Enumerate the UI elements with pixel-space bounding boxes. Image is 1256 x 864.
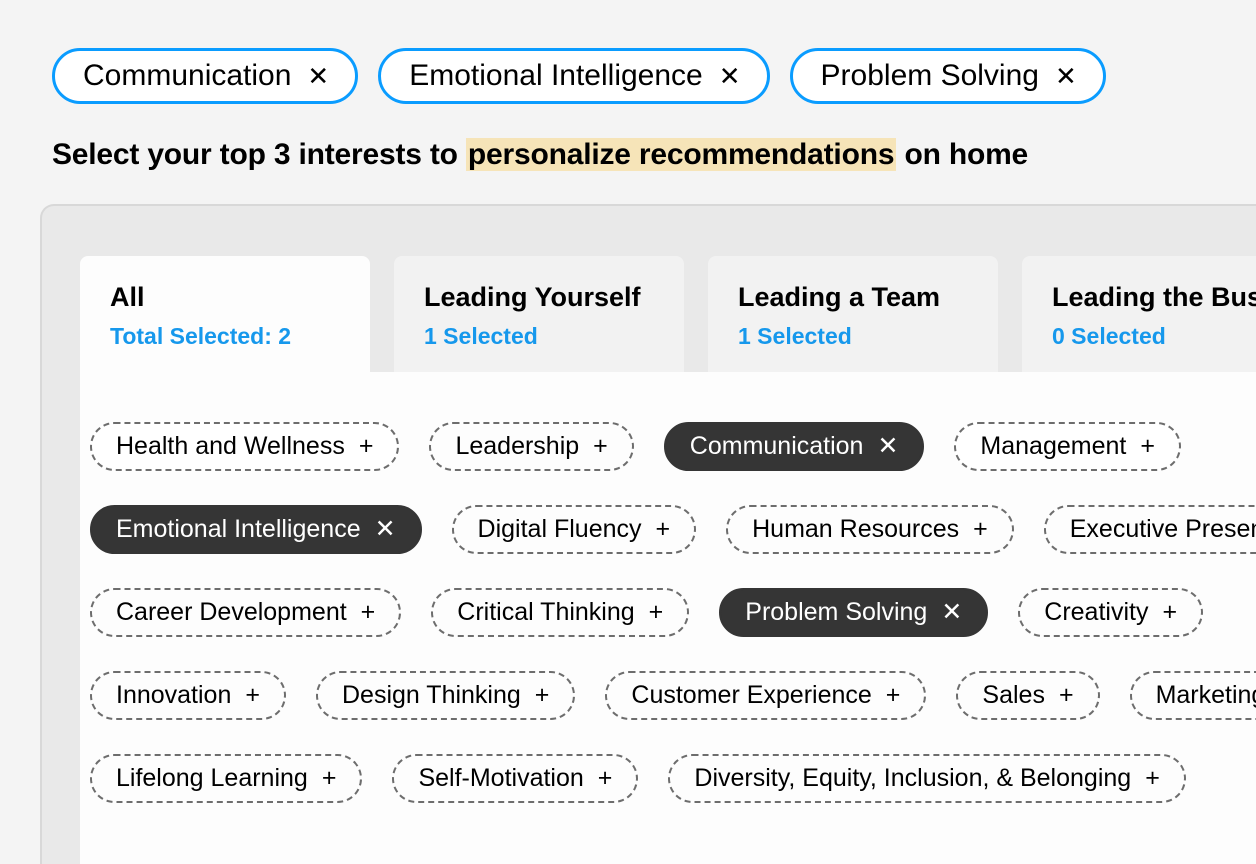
chip-label: Management [980, 432, 1126, 461]
plus-icon: + [322, 766, 337, 791]
chip-label: Innovation [116, 681, 231, 710]
tab-subtitle: Total Selected: 2 [110, 323, 340, 350]
plus-icon: + [973, 517, 988, 542]
category-tab[interactable]: All Total Selected: 2 [80, 256, 370, 372]
plus-icon: + [361, 600, 376, 625]
chip-label: Customer Experience [631, 681, 871, 710]
plus-icon: + [649, 600, 664, 625]
headline-post: on home [896, 138, 1028, 171]
interest-chip[interactable]: Problem Solving ✕ [719, 588, 988, 637]
plus-icon: + [593, 434, 608, 459]
interest-chip[interactable]: Leadership + [429, 422, 633, 471]
interest-chip[interactable]: Design Thinking + [316, 671, 575, 720]
close-icon: ✕ [877, 434, 898, 459]
headline-highlight: personalize recommendations [466, 138, 896, 171]
chip-label: Emotional Intelligence [116, 515, 361, 544]
chip-row: Career Development + Critical Thinking + Pro… [80, 588, 1256, 637]
category-tab[interactable]: Leading the Business 0 Selected [1022, 256, 1256, 372]
interest-chip[interactable]: Innovation + [90, 671, 286, 720]
close-icon[interactable]: ✕ [307, 63, 329, 89]
tab-title: Leading the Business [1052, 282, 1256, 313]
plus-icon: + [359, 434, 374, 459]
interest-chip[interactable]: Emotional Intelligence ✕ [90, 505, 422, 554]
interest-chip[interactable]: Sales + [956, 671, 1099, 720]
interest-chip[interactable]: Human Resources + [726, 505, 1014, 554]
chip-label: Creativity [1044, 598, 1148, 627]
chip-label: Sales [982, 681, 1045, 710]
plus-icon: + [598, 766, 613, 791]
selected-interests-row: Communication✕Emotional Intelligence✕Pro… [52, 48, 1256, 104]
chip-label: Digital Fluency [478, 515, 642, 544]
interest-chip[interactable]: Diversity, Equity, Inclusion, & Belongin… [668, 754, 1185, 803]
chip-label: Human Resources [752, 515, 959, 544]
chip-row: Lifelong Learning + Self-Motivation + Divers… [80, 754, 1256, 803]
chip-label: Design Thinking [342, 681, 521, 710]
tab-title: Leading a Team [738, 282, 968, 313]
tab-title: All [110, 282, 340, 313]
close-icon[interactable]: ✕ [1055, 63, 1077, 89]
chip-row: Emotional Intelligence✕Digital Fluency+H… [80, 505, 1256, 554]
plus-icon: + [1162, 600, 1177, 625]
tab-subtitle: 0 Selected [1052, 323, 1256, 350]
close-icon: ✕ [941, 600, 962, 625]
chip-label: Executive Presence [1070, 515, 1256, 544]
interest-chip[interactable]: Digital Fluency + [452, 505, 697, 554]
headline-pre: Select your top 3 interests to [52, 138, 466, 171]
plus-icon: + [1145, 766, 1160, 791]
interest-chip[interactable]: Health and Wellness + [90, 422, 399, 471]
chip-label: Career Development [116, 598, 347, 627]
tab-subtitle: 1 Selected [424, 323, 654, 350]
selected-interest-pill[interactable]: Problem Solving ✕ [790, 48, 1106, 104]
chip-label: Diversity, Equity, Inclusion, & Belongin… [694, 764, 1131, 793]
plus-icon: + [656, 517, 671, 542]
category-tab[interactable]: Leading Yourself 1 Selected [394, 256, 684, 372]
interest-chip[interactable]: Customer Experience + [605, 671, 926, 720]
interest-chip[interactable]: Marketing+ [1130, 671, 1256, 720]
chip-label: Leadership [455, 432, 579, 461]
interest-chip[interactable]: Lifelong Learning + [90, 754, 362, 803]
interest-chip[interactable]: Creativity + [1018, 588, 1203, 637]
plus-icon: + [1059, 683, 1074, 708]
interest-chip[interactable]: Self-Motivation + [392, 754, 638, 803]
plus-icon: + [535, 683, 550, 708]
plus-icon: + [245, 683, 260, 708]
category-tabs: All Total Selected: 2 Leading Yourself 1 Se… [80, 256, 1256, 372]
interests-panel: All Total Selected: 2 Leading Yourself 1 Se… [40, 204, 1256, 864]
chip-row: Innovation+Design Thinking+Customer Expe… [80, 671, 1256, 720]
close-icon[interactable]: ✕ [719, 63, 741, 89]
interest-chip[interactable]: Critical Thinking + [431, 588, 689, 637]
selected-interest-pill[interactable]: Communication ✕ [52, 48, 358, 104]
interest-chip[interactable]: Management + [954, 422, 1181, 471]
tab-title: Leading Yourself [424, 282, 654, 313]
chip-label: Self-Motivation [418, 764, 583, 793]
plus-icon: + [1140, 434, 1155, 459]
pill-label: Communication [83, 59, 291, 93]
close-icon: ✕ [375, 517, 396, 542]
selected-interest-pill[interactable]: Emotional Intelligence ✕ [378, 48, 769, 104]
chip-row: Health and Wellness + Leadership + Communica… [80, 422, 1256, 471]
chip-label: Critical Thinking [457, 598, 634, 627]
interest-chip[interactable]: Career Development + [90, 588, 401, 637]
category-tab[interactable]: Leading a Team 1 Selected [708, 256, 998, 372]
chip-label: Problem Solving [745, 598, 927, 627]
tab-subtitle: 1 Selected [738, 323, 968, 350]
pill-label: Problem Solving [821, 59, 1039, 93]
chip-label: Communication [690, 432, 864, 461]
headline: Select your top 3 interests to personali… [52, 138, 1256, 172]
interest-chip[interactable]: Communication ✕ [664, 422, 925, 471]
interest-chips-area: Health and Wellness + Leadership + Communica… [80, 372, 1256, 864]
chip-label: Health and Wellness [116, 432, 345, 461]
chip-label: Marketing [1156, 681, 1256, 710]
pill-label: Emotional Intelligence [409, 59, 703, 93]
interest-chip[interactable]: Executive Presence+ [1044, 505, 1256, 554]
plus-icon: + [886, 683, 901, 708]
chip-label: Lifelong Learning [116, 764, 308, 793]
